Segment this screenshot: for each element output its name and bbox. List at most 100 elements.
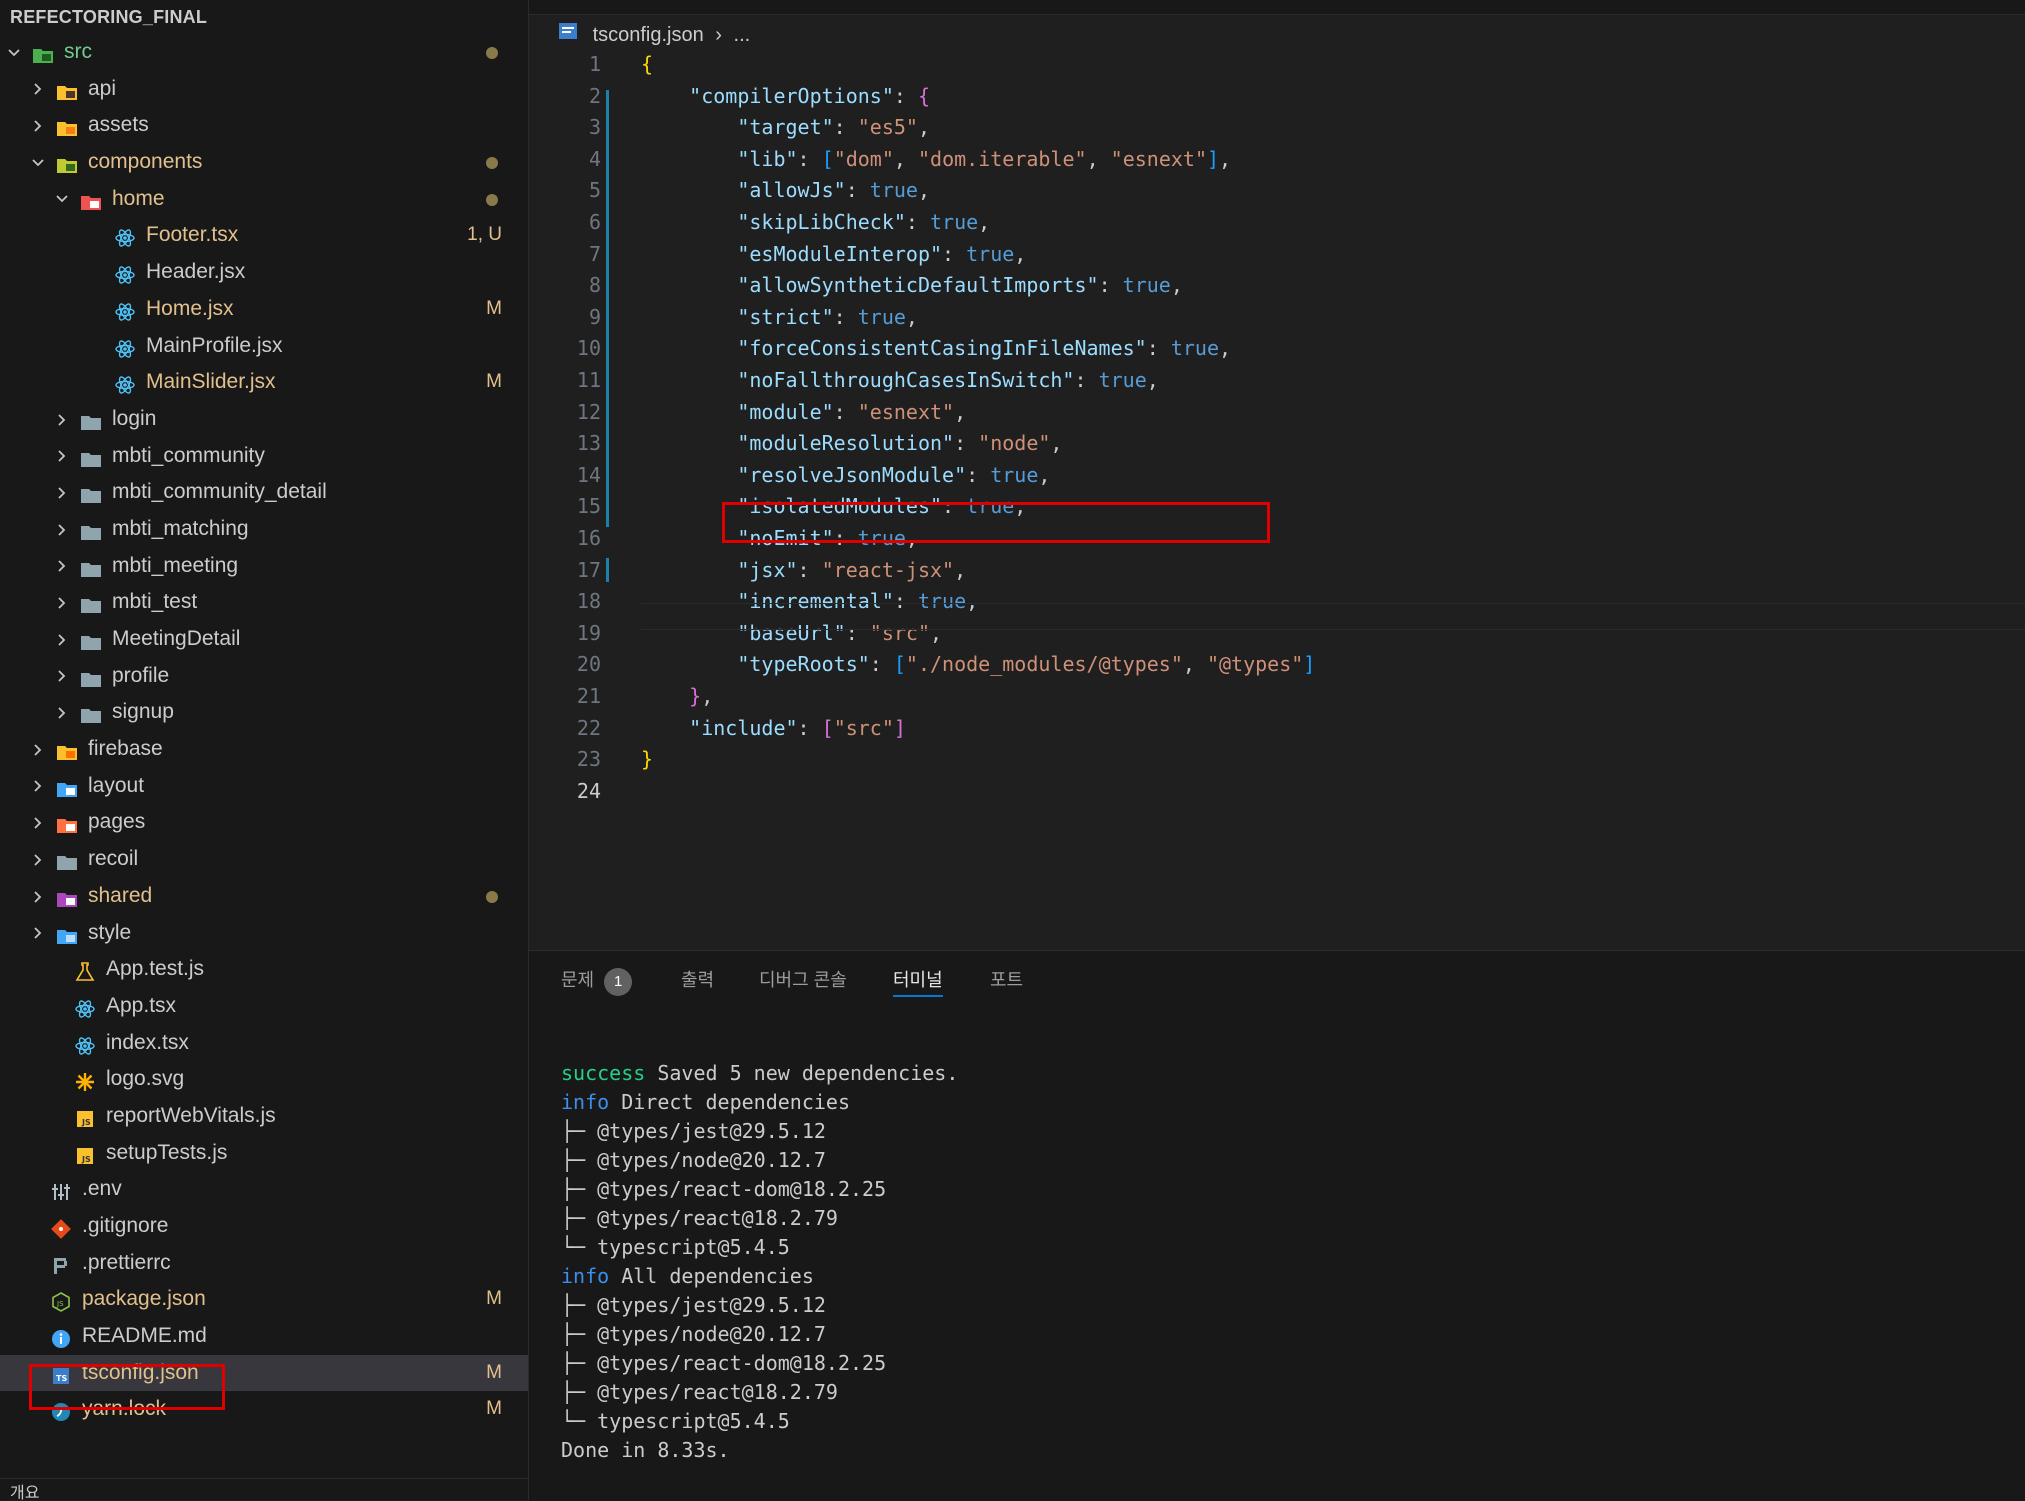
tree-folder[interactable]: signup (0, 694, 528, 731)
tree-folder[interactable]: api (0, 71, 528, 108)
breadcrumb-rest[interactable]: ... (734, 24, 751, 46)
tree-file[interactable]: .env (0, 1171, 528, 1208)
chevron-right-icon[interactable] (52, 401, 72, 438)
chevron-right-icon[interactable] (52, 438, 72, 475)
tree-folder[interactable]: components (0, 144, 528, 181)
git-change-bar[interactable] (606, 558, 609, 582)
code-line[interactable]: "module": "esnext", (641, 400, 966, 424)
chevron-right-icon[interactable] (28, 841, 48, 878)
panel-tab[interactable]: 터미널 (893, 965, 943, 997)
tree-folder[interactable]: src (0, 34, 528, 71)
code-line[interactable]: "allowJs": true, (641, 178, 930, 202)
code-line[interactable]: "target": "es5", (641, 115, 930, 139)
tree-file[interactable]: logo.svg (0, 1061, 528, 1098)
tree-file[interactable]: .gitignore (0, 1208, 528, 1245)
chevron-right-icon[interactable] (52, 694, 72, 731)
chevron-down-icon[interactable] (28, 144, 48, 181)
code-line[interactable]: { (641, 52, 653, 76)
chevron-down-icon[interactable] (4, 34, 24, 71)
tree-file[interactable]: index.tsx (0, 1025, 528, 1062)
breadcrumb-separator: › (715, 24, 722, 46)
code-line[interactable]: "compilerOptions": { (641, 84, 930, 108)
line-number: 23 (576, 747, 601, 772)
git-status-badge: M (486, 1398, 502, 1420)
tree-folder[interactable]: recoil (0, 841, 528, 878)
panel-tab[interactable]: 출력 (681, 965, 714, 995)
code-token: : (1146, 336, 1171, 361)
chevron-down-icon[interactable] (52, 181, 72, 218)
tree-file[interactable]: MainSlider.jsx M (0, 364, 528, 401)
chevron-right-icon[interactable] (28, 804, 48, 841)
chevron-right-icon[interactable] (52, 548, 72, 585)
code-line[interactable]: "allowSyntheticDefaultImports": true, (641, 273, 1183, 297)
panel-tab[interactable]: 포트 (990, 965, 1023, 995)
tree-file[interactable]: JS setupTests.js (0, 1135, 528, 1172)
tree-folder[interactable]: mbti_meeting (0, 548, 528, 585)
chevron-right-icon[interactable] (28, 731, 48, 768)
tree-folder[interactable]: mbti_matching (0, 511, 528, 548)
code-line[interactable]: "resolveJsonModule": true, (641, 463, 1050, 487)
tree-file[interactable]: Header.jsx (0, 254, 528, 291)
tree-file[interactable]: App.test.js (0, 951, 528, 988)
chevron-right-icon[interactable] (52, 474, 72, 511)
editor-tab-strip[interactable] (529, 0, 2025, 15)
chevron-right-icon[interactable] (52, 621, 72, 658)
code-line[interactable]: "jsx": "react-jsx", (641, 558, 966, 582)
code-line[interactable]: } (641, 747, 653, 771)
tree-file[interactable]: App.tsx (0, 988, 528, 1025)
explorer-project-title[interactable]: REFECTORING_FINAL (0, 0, 528, 34)
code-line[interactable]: "include": ["src"] (641, 716, 906, 740)
git-change-bar[interactable] (606, 90, 609, 527)
code-line[interactable]: "lib": ["dom", "dom.iterable", "esnext"]… (641, 147, 1231, 171)
tree-file[interactable]: .prettierrc (0, 1245, 528, 1282)
line-number: 3 (588, 115, 601, 140)
tree-file[interactable]: Footer.tsx 1, U (0, 217, 528, 254)
chevron-right-icon[interactable] (28, 107, 48, 144)
tree-folder[interactable]: firebase (0, 731, 528, 768)
chevron-right-icon[interactable] (28, 71, 48, 108)
tree-folder[interactable]: assets (0, 107, 528, 144)
chevron-right-icon[interactable] (52, 658, 72, 695)
tree-item-label: mbti_test (112, 590, 198, 614)
breadcrumb[interactable]: tsconfig.json › ... (557, 20, 750, 50)
chevron-right-icon[interactable] (28, 768, 48, 805)
chevron-right-icon[interactable] (28, 915, 48, 952)
tree-folder[interactable]: shared (0, 878, 528, 915)
tree-folder[interactable]: mbti_community (0, 438, 528, 475)
panel-tab[interactable]: 문제 1 (561, 965, 633, 996)
panel-tab[interactable]: 디버그 콘솔 (759, 965, 847, 995)
tree-folder[interactable]: style (0, 915, 528, 952)
code-line[interactable]: "moduleResolution": "node", (641, 431, 1062, 455)
code-line[interactable]: "esModuleInterop": true, (641, 242, 1026, 266)
code-line[interactable]: "noFallthroughCasesInSwitch": true, (641, 368, 1158, 392)
code-line[interactable]: "skipLibCheck": true, (641, 210, 990, 234)
code-line[interactable]: "forceConsistentCasingInFileNames": true… (641, 336, 1231, 360)
code-token: "lib" (737, 146, 798, 171)
tree-file[interactable]: JS package.json M (0, 1281, 528, 1318)
tree-folder[interactable]: MeetingDetail (0, 621, 528, 658)
outline-section-header[interactable]: 개요 (0, 1478, 528, 1500)
tree-folder[interactable]: mbti_test (0, 584, 528, 621)
tree-folder[interactable]: home (0, 181, 528, 218)
chevron-right-icon[interactable] (52, 584, 72, 621)
line-number: 19 (576, 620, 601, 645)
tree-file[interactable]: JS reportWebVitals.js (0, 1098, 528, 1135)
tree-folder[interactable]: mbti_community_detail (0, 474, 528, 511)
terminal-token: success (561, 1061, 646, 1085)
breadcrumb-file[interactable]: tsconfig.json (593, 24, 704, 46)
folder-icon (80, 519, 102, 541)
tree-file[interactable]: README.md (0, 1318, 528, 1355)
code-line[interactable]: "typeRoots": ["./node_modules/@types", "… (641, 652, 1315, 676)
tree-folder[interactable]: profile (0, 658, 528, 695)
chevron-right-icon[interactable] (52, 511, 72, 548)
tree-file[interactable]: MainProfile.jsx (0, 328, 528, 365)
chevron-right-icon[interactable] (28, 878, 48, 915)
tree-file[interactable]: Home.jsx M (0, 291, 528, 328)
code-line[interactable]: "strict": true, (641, 305, 918, 329)
tree-folder[interactable]: pages (0, 804, 528, 841)
tree-folder[interactable]: login (0, 401, 528, 438)
code-line[interactable]: }, (641, 684, 713, 708)
tree-folder[interactable]: layout (0, 768, 528, 805)
code-token: : (797, 146, 822, 171)
